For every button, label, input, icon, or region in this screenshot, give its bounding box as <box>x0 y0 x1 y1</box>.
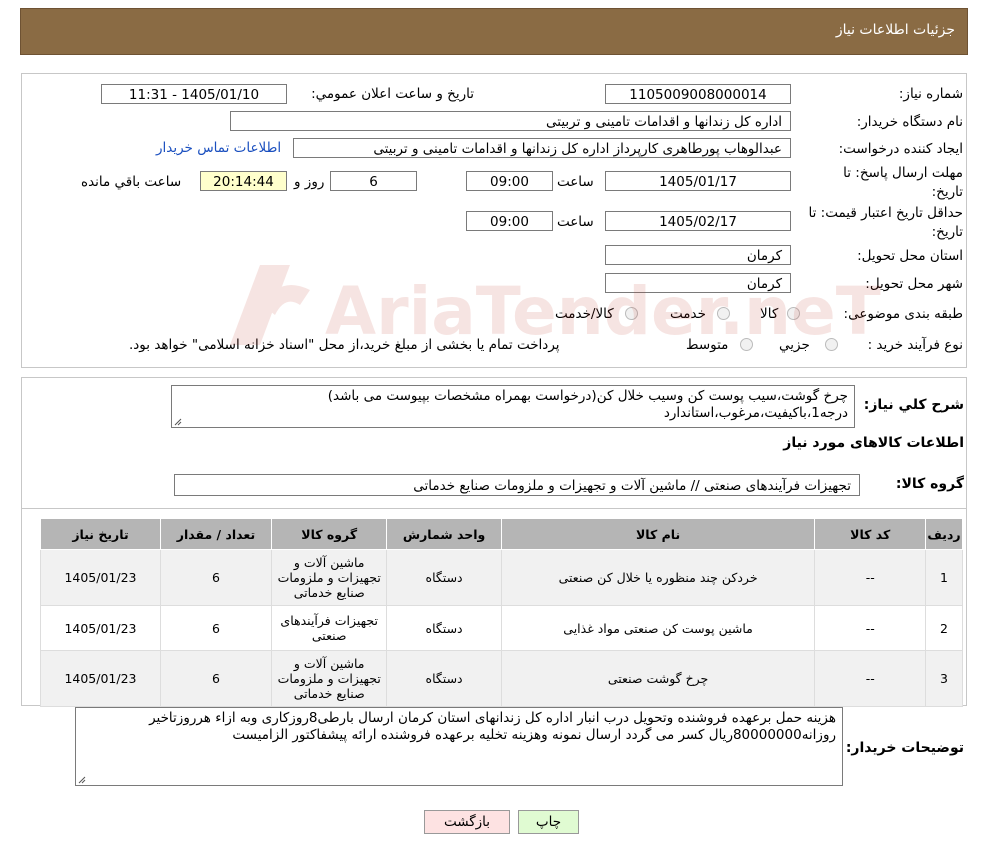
reply-deadline-label: مهلت ارسال پاسخ: تا <box>843 165 963 181</box>
header-bar: جزئیات اطلاعات نیاز <box>20 8 968 55</box>
process-option-medium: متوسط <box>686 337 729 353</box>
table-row: 2 -- ماشین پوست کن صنعتی مواد غذایی دستگ… <box>40 605 963 651</box>
process-note: پرداخت تمام يا بخشی از مبلغ خريد،از محل … <box>129 337 560 353</box>
summary-label: شرح کلي نياز: <box>863 397 964 413</box>
cell-group: ماشین آلات و تجهیزات و ملزومات صنایع خدم… <box>270 650 388 707</box>
cell-name: ماشین پوست کن صنعتی مواد غذایی <box>500 605 816 651</box>
cell-date: 1405/01/23 <box>40 549 161 606</box>
contact-buyer-link[interactable]: اطلاعات تماس خريدار <box>156 140 281 156</box>
category-option-goods: کالا <box>760 306 779 322</box>
cell-code: -- <box>814 605 927 651</box>
need-number-label: شماره نیاز: <box>898 86 963 102</box>
cell-row: 3 <box>925 650 963 707</box>
reply-time-field: 09:00 <box>466 171 553 191</box>
process-label: نوع فرآيند خريد : <box>867 337 963 353</box>
category-radio-service[interactable] <box>717 307 730 320</box>
price-time-label: ساعت <box>557 214 594 230</box>
cell-unit: دستگاه <box>386 605 502 651</box>
cell-qty: 6 <box>159 650 272 707</box>
summary-textarea[interactable]: چرخ گوشت،سیب پوست کن وسیب خلال کن(درخواس… <box>171 385 855 428</box>
cell-code: -- <box>814 549 927 606</box>
remaining-time-label: ساعت باقي مانده <box>81 174 182 190</box>
table-row: 3 -- چرخ گوشت صنعتی دستگاه ماشین آلات و … <box>40 650 963 707</box>
process-option-minor: جزيي <box>779 337 810 353</box>
cell-date: 1405/01/23 <box>40 605 161 651</box>
reply-deadline-label-2: تاريخ: <box>931 184 963 200</box>
col-unit: واحد شمارش <box>386 518 502 550</box>
announce-label: تاریخ و ساعت اعلان عمومي: <box>311 86 474 102</box>
cell-code: -- <box>814 650 927 707</box>
city-label: شهر محل تحويل: <box>865 276 963 292</box>
creator-label: ايجاد کننده درخواست: <box>838 141 963 157</box>
resize-grip-icon[interactable] <box>78 776 86 784</box>
notes-line-1: هزینه حمل برعهده فروشنده وتحویل درب انبا… <box>149 710 836 726</box>
cell-unit: دستگاه <box>386 650 502 707</box>
category-label: طبقه بندی موضوعی: <box>843 306 963 322</box>
cell-unit: دستگاه <box>386 549 502 606</box>
category-option-goods-service: کالا/خدمت <box>555 306 614 322</box>
price-date-field: 1405/02/17 <box>605 211 791 231</box>
city-field: کرمان <box>605 273 791 293</box>
process-radio-minor[interactable] <box>825 338 838 351</box>
days-label: روز و <box>294 174 325 190</box>
notes-textarea[interactable]: هزینه حمل برعهده فروشنده وتحویل درب انبا… <box>75 707 843 786</box>
reply-time-label: ساعت <box>557 174 594 190</box>
cell-name: خردکن چند منظوره یا خلال کن صنعتی <box>500 549 816 606</box>
category-radio-goods[interactable] <box>787 307 800 320</box>
announce-field: 1405/01/10 - 11:31 <box>101 84 287 104</box>
goods-group-field: تجهیزات فرآیندهای صنعتی // ماشین آلات و … <box>174 474 860 496</box>
goods-table: رديف کد کالا نام کالا واحد شمارش گروه کا… <box>40 518 963 707</box>
province-label: استان محل تحويل: <box>857 248 963 264</box>
goods-table-header: رديف کد کالا نام کالا واحد شمارش گروه کا… <box>40 518 963 550</box>
category-radio-goods-service[interactable] <box>625 307 638 320</box>
col-row: رديف <box>925 518 963 550</box>
reply-date-field: 1405/01/17 <box>605 171 791 191</box>
resize-grip-icon[interactable] <box>174 418 182 426</box>
price-time-field: 09:00 <box>466 211 553 231</box>
cell-group: ماشین آلات و تجهیزات و ملزومات صنایع خدم… <box>270 549 388 606</box>
summary-line-2: درجه1،باکیفیت،مرغوب،استاندارد <box>663 405 848 421</box>
province-field: کرمان <box>605 245 791 265</box>
col-date: تاريخ نياز <box>40 518 161 550</box>
cell-name: چرخ گوشت صنعتی <box>500 650 816 707</box>
table-row: 1 -- خردکن چند منظوره یا خلال کن صنعتی د… <box>40 549 963 606</box>
buyer-org-label: نام دستگاه خريدار: <box>856 114 963 130</box>
creator-field: عبدالوهاب پورطاهری کارپرداز اداره کل زند… <box>293 138 791 158</box>
notes-label: توضيحات خريدار: <box>845 740 964 756</box>
print-button[interactable]: چاپ <box>518 810 579 834</box>
summary-line-1: چرخ گوشت،سیب پوست کن وسیب خلال کن(درخواس… <box>327 388 848 404</box>
col-qty: تعداد / مقدار <box>159 518 272 550</box>
category-option-service: خدمت <box>670 306 706 322</box>
col-code: کد کالا <box>814 518 927 550</box>
page-title: جزئیات اطلاعات نیاز <box>835 22 955 38</box>
goods-table-wrap: رديف کد کالا نام کالا واحد شمارش گروه کا… <box>40 518 963 707</box>
back-button[interactable]: بازگشت <box>424 810 510 834</box>
process-radio-medium[interactable] <box>740 338 753 351</box>
cell-qty: 6 <box>159 605 272 651</box>
cell-qty: 6 <box>159 549 272 606</box>
goods-section-title: اطلاعات کالاهای مورد نياز <box>783 435 964 451</box>
cell-row: 2 <box>925 605 963 651</box>
col-group: گروه کالا <box>270 518 388 550</box>
goods-group-label: گروه کالا: <box>895 476 964 492</box>
price-valid-label-2: تاريخ: <box>931 224 963 240</box>
days-field: 6 <box>330 171 417 191</box>
col-name: نام کالا <box>500 518 816 550</box>
price-valid-label: حداقل تاريخ اعتبار قيمت: تا <box>808 205 963 221</box>
cell-group: تجهیزات فرآیندهای صنعتی <box>270 605 388 651</box>
need-number-field: 1105009008000014 <box>605 84 791 104</box>
remaining-time-field: 20:14:44 <box>200 171 287 191</box>
cell-date: 1405/01/23 <box>40 650 161 707</box>
cell-row: 1 <box>925 549 963 606</box>
notes-line-2: روزانه80000000ریال کسر می گردد ارسال نمو… <box>232 727 836 743</box>
buyer-org-field: اداره کل زندانها و اقدامات تامینی و تربی… <box>230 111 791 131</box>
